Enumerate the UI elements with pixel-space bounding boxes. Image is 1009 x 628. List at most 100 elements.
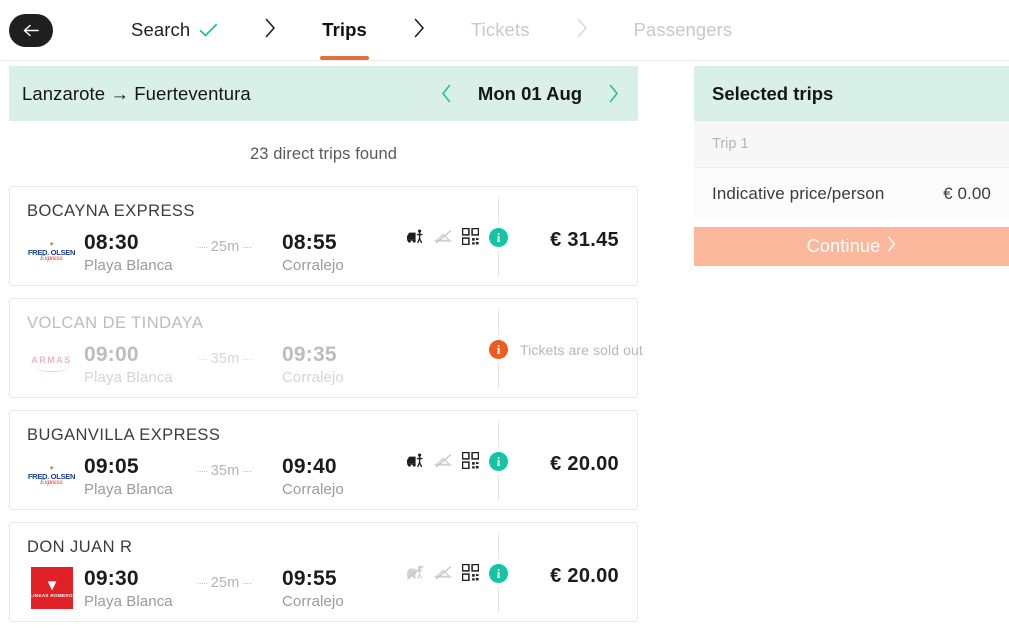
qr-ticket-icon <box>462 228 479 245</box>
trip-card[interactable]: BUGANVILLA EXPRESS ✦ FRED. OLSEN Express… <box>9 410 638 510</box>
arrival-time: 09:40 <box>282 455 337 478</box>
card-divider-top <box>498 422 499 447</box>
fred-olsen-mark: ✦ <box>49 465 54 472</box>
vessel-name: VOLCAN DE TINDAYA <box>27 314 204 332</box>
selected-trips-panel: Selected trips Trip 1 Indicative price/p… <box>647 61 1009 266</box>
info-icon[interactable]: i <box>489 564 508 583</box>
step-search-label: Search <box>131 19 191 40</box>
amenities <box>406 452 479 469</box>
departure-port: Playa Blanca <box>84 369 173 386</box>
lineas-romero-name: LINEAS ROMERO <box>30 592 73 598</box>
card-divider-bottom <box>498 587 499 612</box>
duration-label: 25m <box>210 239 240 255</box>
card-divider-top <box>498 310 499 335</box>
wizard-stepper: Search Trips Tickets Passengers <box>0 0 1009 61</box>
card-divider-top <box>498 198 499 223</box>
stepper-separator-2 <box>369 18 469 43</box>
arrival-port: Corralejo <box>282 481 344 498</box>
vessel-name: BUGANVILLA EXPRESS <box>27 426 221 444</box>
chevron-right-icon <box>887 236 896 257</box>
operator-logo: ▼ LINEAS ROMERO <box>27 567 76 609</box>
results-column: Lanzarote → Fuerteventura Mon 01 Aug 23 … <box>0 61 647 628</box>
trip-card[interactable]: BOCAYNA EXPRESS ✦ FRED. OLSEN Express 08… <box>9 186 638 286</box>
arrival-block: 09:35 Corralejo <box>282 343 402 389</box>
qr-ticket-icon <box>462 452 479 469</box>
step-passengers-label: Passengers <box>633 19 733 40</box>
stepper-items: Search Trips Tickets Passengers <box>129 0 734 60</box>
duration-line-right <box>243 358 253 360</box>
duration-line-right <box>243 582 253 584</box>
duration-line-left <box>197 582 207 584</box>
info-icon[interactable]: i <box>489 340 508 359</box>
trip-price: € 20.00 <box>550 565 619 587</box>
duration-label: 25m <box>210 575 240 591</box>
arrival-port: Corralejo <box>282 369 344 386</box>
chevron-right-icon <box>264 18 276 43</box>
duration-indicator: 25m <box>175 575 275 591</box>
next-day-button[interactable] <box>608 84 619 103</box>
back-button[interactable] <box>9 13 53 47</box>
arrival-time: 09:35 <box>282 343 337 366</box>
arrival-port: Corralejo <box>282 593 344 610</box>
indicative-price-row: Indicative price/person € 0.00 <box>694 168 1009 220</box>
active-step-underline <box>320 56 369 60</box>
duration-line-left <box>197 470 207 472</box>
trip-price: € 20.00 <box>550 453 619 475</box>
check-icon <box>199 23 218 38</box>
arrival-block: 08:55 Corralejo <box>282 231 402 277</box>
arrival-block: 09:55 Corralejo <box>282 567 402 613</box>
route-label: Lanzarote → Fuerteventura <box>22 82 251 104</box>
step-tickets: Tickets <box>469 0 532 60</box>
continue-button[interactable]: Continue <box>694 227 1009 266</box>
date-navigator: Mon 01 Aug <box>441 83 619 105</box>
vehicle-icon <box>406 453 425 468</box>
indicative-price-label: Indicative price/person <box>712 184 885 203</box>
vehicle-icon <box>406 229 425 244</box>
vehicle-icon <box>406 565 425 580</box>
trip-price: € 31.45 <box>550 229 619 251</box>
page-body: Lanzarote → Fuerteventura Mon 01 Aug 23 … <box>0 61 1009 628</box>
vessel-name: BOCAYNA EXPRESS <box>27 202 195 220</box>
duration-line-right <box>243 470 253 472</box>
step-trips[interactable]: Trips <box>320 0 369 60</box>
trip-card[interactable]: DON JUAN R ▼ LINEAS ROMERO 09:30 Playa B… <box>9 522 638 622</box>
lineas-romero-logo: ▼ LINEAS ROMERO <box>30 567 73 609</box>
previous-day-button[interactable] <box>441 84 452 103</box>
duration-line-left <box>197 358 207 360</box>
operator-logo: ✦ FRED. OLSEN Express <box>27 455 76 497</box>
duration-indicator: 35m <box>175 463 275 479</box>
results-count-label: 23 direct trips found <box>249 145 397 163</box>
duration-label: 35m <box>210 351 240 367</box>
operator-logo: ARMAS <box>27 343 76 385</box>
continue-button-label: Continue <box>806 236 881 256</box>
duration-line-left <box>197 246 207 248</box>
duration-line-right <box>243 246 253 248</box>
selected-date[interactable]: Mon 01 Aug <box>466 83 594 105</box>
selected-trip-label: Trip 1 <box>712 136 749 152</box>
indicative-price-value: € 0.00 <box>943 184 991 203</box>
armas-name: ARMAS <box>31 355 72 365</box>
card-divider-top <box>498 534 499 559</box>
card-divider-bottom <box>498 251 499 276</box>
selected-trip-row: Trip 1 <box>694 121 1009 168</box>
lineas-romero-mark: ▼ <box>44 576 60 594</box>
arrival-time: 08:55 <box>282 231 337 254</box>
duration-indicator: 25m <box>175 239 275 255</box>
stepper-separator-1 <box>220 18 320 43</box>
step-passengers: Passengers <box>632 0 735 60</box>
amenities <box>406 564 479 581</box>
info-icon[interactable]: i <box>489 452 508 471</box>
qr-ticket-icon <box>462 564 479 581</box>
no-meal-icon <box>434 453 453 468</box>
arrow-left-icon <box>22 24 41 37</box>
info-icon[interactable]: i <box>489 228 508 247</box>
departure-port: Playa Blanca <box>84 593 173 610</box>
stepper-separator-3 <box>532 18 632 43</box>
step-search[interactable]: Search <box>129 0 220 60</box>
armas-logo: ARMAS <box>27 356 76 372</box>
fred-olsen-mark: ✦ <box>49 241 54 248</box>
trip-card: VOLCAN DE TINDAYA ARMAS 09:00 Playa Blan… <box>9 298 643 398</box>
no-meal-icon <box>434 565 453 580</box>
departure-port: Playa Blanca <box>84 257 173 274</box>
route-date-bar: Lanzarote → Fuerteventura Mon 01 Aug <box>9 66 638 121</box>
